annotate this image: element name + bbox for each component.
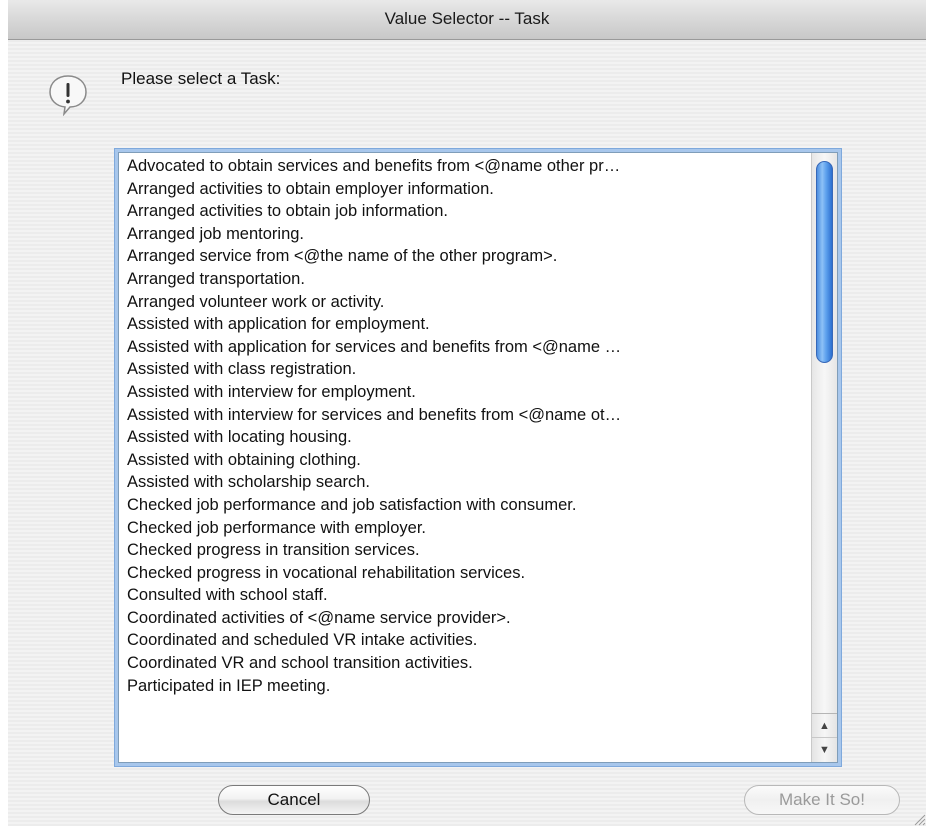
list-item[interactable]: Checked progress in transition services. bbox=[119, 539, 809, 562]
scroll-down-arrow-icon[interactable]: ▼ bbox=[812, 737, 837, 762]
list-item[interactable]: Participated in IEP meeting. bbox=[119, 675, 809, 698]
task-listbox[interactable]: Advocated to obtain services and benefit… bbox=[118, 152, 838, 763]
list-item[interactable]: Checked job performance and job satisfac… bbox=[119, 494, 809, 517]
vertical-scrollbar[interactable]: ▲ ▼ bbox=[811, 153, 837, 762]
list-item[interactable]: Arranged job mentoring. bbox=[119, 223, 809, 246]
list-item[interactable]: Coordinated and scheduled VR intake acti… bbox=[119, 629, 809, 652]
resize-grip-icon[interactable] bbox=[912, 812, 926, 826]
make-it-so-button[interactable]: Make It So! bbox=[744, 785, 900, 815]
scrollbar-thumb[interactable] bbox=[816, 161, 833, 363]
title-bar[interactable]: Value Selector -- Task bbox=[8, 0, 926, 40]
list-item[interactable]: Coordinated VR and school transition act… bbox=[119, 652, 809, 675]
scroll-up-arrow-icon[interactable]: ▲ bbox=[812, 713, 837, 738]
prompt-label: Please select a Task: bbox=[121, 69, 281, 88]
list-item[interactable]: Advocated to obtain services and benefit… bbox=[119, 155, 809, 178]
list-item[interactable]: Assisted with interview for services and… bbox=[119, 404, 809, 427]
value-selector-dialog: Value Selector -- Task Please select a T… bbox=[8, 0, 926, 826]
list-item[interactable]: Arranged service from <@the name of the … bbox=[119, 245, 809, 268]
list-item[interactable]: Assisted with application for services a… bbox=[119, 336, 809, 359]
list-item[interactable]: Assisted with obtaining clothing. bbox=[119, 449, 809, 472]
alert-icon bbox=[49, 75, 87, 116]
list-item[interactable]: Checked job performance with employer. bbox=[119, 517, 809, 540]
list-item[interactable]: Assisted with scholarship search. bbox=[119, 471, 809, 494]
cancel-button[interactable]: Cancel bbox=[218, 785, 370, 815]
list-item[interactable]: Assisted with locating housing. bbox=[119, 426, 809, 449]
task-list[interactable]: Advocated to obtain services and benefit… bbox=[119, 155, 809, 697]
list-item[interactable]: Arranged transportation. bbox=[119, 268, 809, 291]
list-item[interactable]: Arranged activities to obtain employer i… bbox=[119, 178, 809, 201]
list-item[interactable]: Consulted with school staff. bbox=[119, 584, 809, 607]
list-item[interactable]: Arranged activities to obtain job inform… bbox=[119, 200, 809, 223]
list-item[interactable]: Assisted with application for employment… bbox=[119, 313, 809, 336]
list-item[interactable]: Arranged volunteer work or activity. bbox=[119, 291, 809, 314]
list-item[interactable]: Assisted with class registration. bbox=[119, 358, 809, 381]
list-item[interactable]: Checked progress in vocational rehabilit… bbox=[119, 562, 809, 585]
list-item[interactable]: Assisted with interview for employment. bbox=[119, 381, 809, 404]
window-title: Value Selector -- Task bbox=[384, 9, 550, 28]
list-item[interactable]: Coordinated activities of <@name service… bbox=[119, 607, 809, 630]
